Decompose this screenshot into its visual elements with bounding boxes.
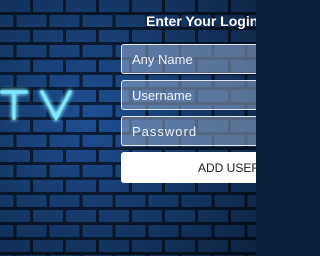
- add-user-button[interactable]: ADD USER: [121, 152, 256, 183]
- login-screen: Enter Your Login ADD USER: [0, 0, 256, 256]
- login-title: Enter Your Login: [146, 13, 256, 29]
- password-field[interactable]: [121, 116, 256, 146]
- tv-logo: [0, 89, 73, 122]
- name-field[interactable]: [121, 44, 256, 74]
- username-field[interactable]: [121, 80, 256, 110]
